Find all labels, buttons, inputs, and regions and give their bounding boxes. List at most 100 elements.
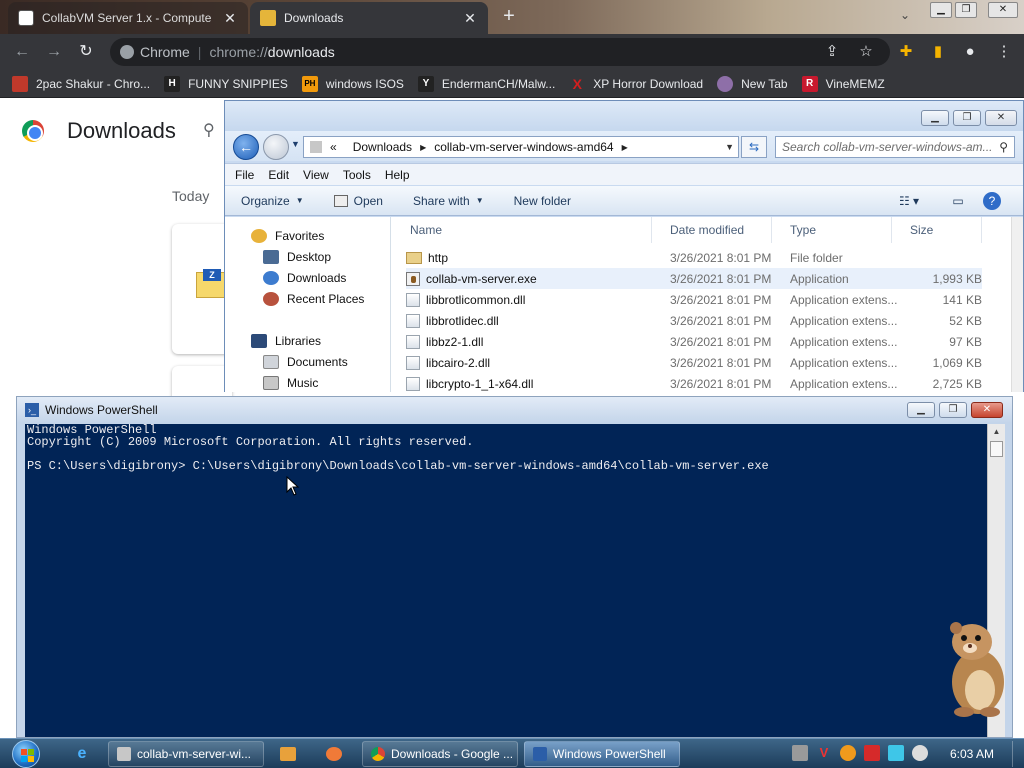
breadcrumb-arrow-icon[interactable]: ▶ <box>622 143 628 152</box>
minimize-button[interactable]: ▁ <box>921 110 949 126</box>
refresh-icon[interactable]: ⇆ <box>741 136 767 158</box>
taskbar-item-powershell[interactable]: Windows PowerShell <box>524 741 680 767</box>
column-type-header[interactable]: Type <box>772 217 892 243</box>
extensions-icon[interactable]: ✚ <box>896 43 916 61</box>
bookmark-2pac[interactable]: 2pac Shakur - Chro... <box>12 75 150 92</box>
bookmark-star-icon[interactable]: ☆ <box>856 43 876 61</box>
history-dropdown-icon[interactable]: ▼ <box>291 139 300 149</box>
search-icon[interactable]: ⚲ <box>203 120 215 140</box>
close-button[interactable]: ✕ <box>971 402 1003 418</box>
address-bar[interactable]: Chrome | chrome:// downloads <box>110 38 890 66</box>
bookmark-funny-snippies[interactable]: H FUNNY SNIPPIES <box>164 75 288 92</box>
nav-desktop[interactable]: Desktop <box>263 246 331 267</box>
internet-explorer-icon[interactable]: e <box>64 742 100 766</box>
explorer-body: Favorites Desktop Downloads Recent Place… <box>225 217 1023 392</box>
bookmark-new-tab[interactable]: New Tab <box>717 75 788 92</box>
menu-edit[interactable]: Edit <box>268 168 289 182</box>
explorer-scrollbar[interactable] <box>1011 217 1023 392</box>
view-options-icon[interactable]: ☷ ▾ <box>891 191 927 211</box>
bookmark-windows-isos[interactable]: PH windows ISOS <box>301 75 404 92</box>
scroll-up-arrow-icon[interactable]: ▲ <box>988 424 1005 440</box>
open-button[interactable]: Open <box>333 194 383 208</box>
minimize-button[interactable]: ▁ <box>907 402 935 418</box>
taskbar-item-chrome[interactable]: Downloads - Google ... <box>362 741 518 767</box>
preview-pane-icon[interactable]: ▭ <box>947 191 969 211</box>
taskbar-clock[interactable]: 6:03 AM <box>950 747 994 761</box>
nav-libraries[interactable]: Libraries <box>251 330 321 351</box>
menu-help[interactable]: Help <box>385 168 410 182</box>
maximize-button[interactable]: ❐ <box>955 2 977 18</box>
organize-button[interactable]: Organize ▼ <box>241 194 304 208</box>
new-tab-button[interactable]: + <box>498 6 520 28</box>
breadcrumb-prefix[interactable]: « <box>330 140 337 154</box>
share-with-button[interactable]: Share with ▼ <box>413 194 484 208</box>
close-tab-icon[interactable]: ✕ <box>462 10 478 27</box>
menu-kebab-icon[interactable]: ⋮ <box>994 43 1014 61</box>
profile-avatar-icon[interactable]: ● <box>960 43 980 61</box>
file-type: Application extens... <box>790 313 898 328</box>
file-row[interactable]: libbrotlicommon.dll 3/26/2021 8:01 PM Ap… <box>406 289 982 310</box>
close-button[interactable]: ✕ <box>985 110 1017 126</box>
column-size-header[interactable]: Size <box>892 217 982 243</box>
tray-monitor-icon[interactable] <box>888 745 904 761</box>
bookmark-vinememz[interactable]: R VineMEMZ <box>801 75 885 92</box>
nav-downloads[interactable]: Downloads <box>263 267 346 288</box>
help-icon[interactable]: ? <box>983 192 1001 210</box>
back-arrow-icon[interactable]: ← <box>233 134 259 160</box>
tray-volume-icon[interactable] <box>912 745 928 761</box>
share-icon[interactable]: ⇪ <box>822 43 842 61</box>
maximize-button[interactable]: ❐ <box>953 110 981 126</box>
tab-collabvm[interactable]: CollabVM Server 1.x - Compute ✕ <box>8 2 248 34</box>
file-row[interactable]: libbrotlidec.dll 3/26/2021 8:01 PM Appli… <box>406 310 982 331</box>
minimize-button[interactable]: ▁ <box>930 2 952 18</box>
tray-app-icon[interactable] <box>792 745 808 761</box>
maximize-button[interactable]: ❐ <box>939 402 967 418</box>
column-name-header[interactable]: Name <box>392 217 652 243</box>
address-dropdown-icon[interactable]: ▼ <box>725 142 734 152</box>
file-row[interactable]: collab-vm-server.exe 3/26/2021 8:01 PM A… <box>406 268 982 289</box>
menu-file[interactable]: File <box>235 168 254 182</box>
side-panel-icon[interactable]: ▮ <box>928 43 948 61</box>
file-row[interactable]: libbz2-1.dll 3/26/2021 8:01 PM Applicati… <box>406 331 982 352</box>
show-desktop-button[interactable] <box>1012 741 1022 767</box>
search-icon[interactable]: ⚲ <box>999 140 1008 154</box>
nav-recent-places[interactable]: Recent Places <box>263 288 364 309</box>
forward-arrow-icon[interactable]: → <box>44 42 64 62</box>
desktop-icon <box>263 249 279 264</box>
media-player-icon[interactable] <box>270 742 306 766</box>
file-row[interactable]: http 3/26/2021 8:01 PM File folder <box>406 247 982 268</box>
paint-icon[interactable] <box>316 742 352 766</box>
reload-icon[interactable]: ↻ <box>76 42 96 62</box>
explorer-search-input[interactable]: Search collab-vm-server-windows-am... ⚲ <box>775 136 1015 158</box>
menu-tools[interactable]: Tools <box>343 168 371 182</box>
tab-search-chevron-icon[interactable]: ⌄ <box>900 8 910 22</box>
tray-flag-icon[interactable] <box>864 745 880 761</box>
menu-view[interactable]: View <box>303 168 329 182</box>
tray-v-icon[interactable]: V <box>816 745 832 761</box>
nav-documents[interactable]: Documents <box>263 351 348 372</box>
scroll-thumb[interactable] <box>990 441 1003 457</box>
new-folder-button[interactable]: New folder <box>514 194 571 208</box>
tray-search-icon[interactable] <box>840 745 856 761</box>
breadcrumb-arrow-icon[interactable]: ▶ <box>420 143 426 152</box>
breadcrumb-folder[interactable]: collab-vm-server-windows-amd64 <box>434 140 613 154</box>
taskbar-item-explorer[interactable]: collab-vm-server-wi... <box>108 741 264 767</box>
nav-music[interactable]: Music <box>263 372 318 393</box>
close-button[interactable]: ✕ <box>988 2 1018 18</box>
console-output[interactable]: Windows PowerShell Copyright (C) 2009 Mic… <box>25 424 987 737</box>
forward-arrow-icon[interactable] <box>263 134 289 160</box>
file-row[interactable]: libcrypto-1_1-x64.dll 3/26/2021 8:01 PM … <box>406 373 982 394</box>
tab-downloads[interactable]: Downloads ✕ <box>250 2 488 34</box>
breadcrumb-downloads[interactable]: Downloads <box>353 140 412 154</box>
download-item-card[interactable]: Z <box>172 224 232 354</box>
close-tab-icon[interactable]: ✕ <box>222 10 238 27</box>
back-arrow-icon[interactable]: ← <box>12 42 32 62</box>
column-date-header[interactable]: Date modified <box>652 217 772 243</box>
explorer-address-bar[interactable]: « Downloads ▶ collab-vm-server-windows-a… <box>303 136 739 158</box>
bookmark-endermanch[interactable]: Y EndermanCH/Malw... <box>417 75 555 92</box>
start-button[interactable] <box>8 739 44 768</box>
bookmark-label: New Tab <box>741 76 788 91</box>
file-row[interactable]: libcairo-2.dll 3/26/2021 8:01 PM Applica… <box>406 352 982 373</box>
bookmark-xp-horror[interactable]: X XP Horror Download <box>569 76 704 92</box>
nav-favorites[interactable]: Favorites <box>251 225 324 246</box>
